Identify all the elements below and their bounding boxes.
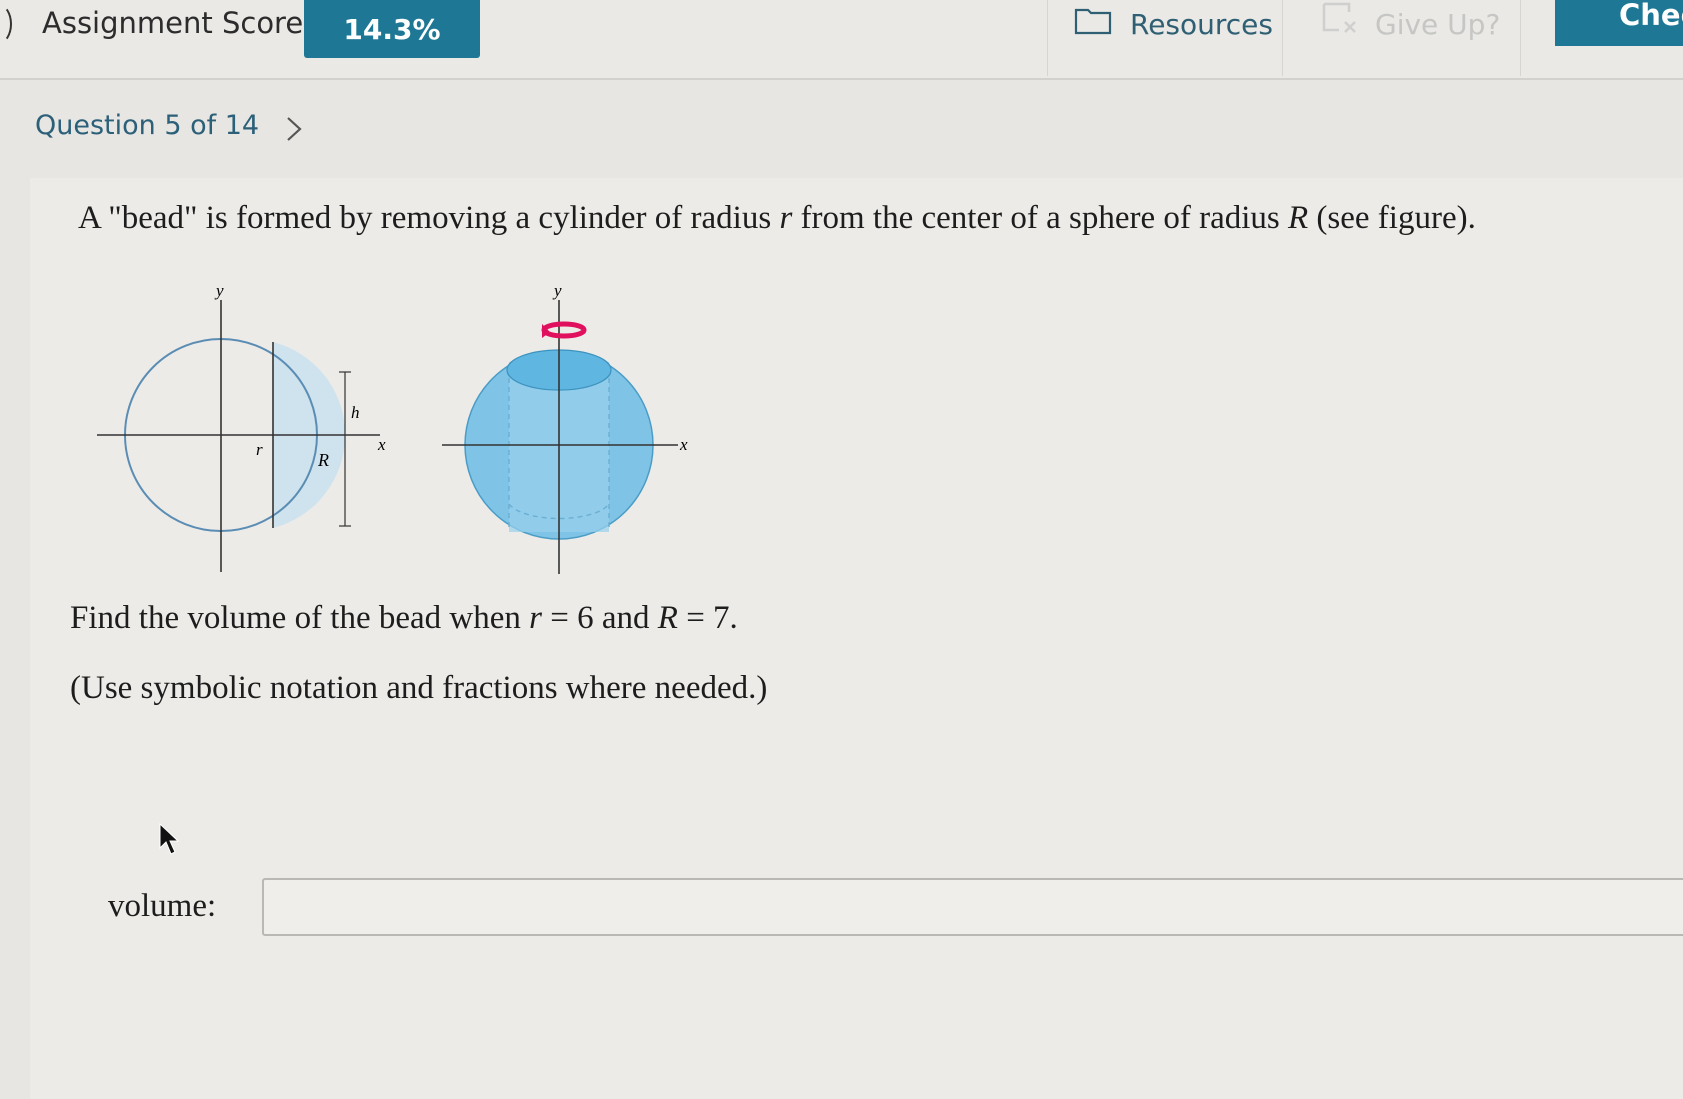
volume-label: volume: bbox=[108, 888, 217, 924]
chevron-right-icon[interactable] bbox=[282, 112, 308, 146]
find-text-2: = 6 and bbox=[542, 600, 658, 636]
resources-button[interactable]: Resources bbox=[1047, 0, 1283, 76]
right-x-label: x bbox=[679, 435, 688, 454]
left-x-label: x bbox=[377, 435, 386, 454]
folder-icon bbox=[1074, 8, 1112, 35]
r-label: r bbox=[256, 440, 263, 459]
volume-input[interactable] bbox=[262, 878, 1683, 936]
give-up-label: Give Up? bbox=[1375, 8, 1501, 41]
prompt-text-3: (see figure). bbox=[1308, 200, 1476, 236]
score-ring-icon bbox=[0, 4, 12, 44]
prompt-text-1: A "bead" is formed by removing a cylinde… bbox=[78, 200, 780, 236]
check-answer-cell: Chec bbox=[1520, 0, 1683, 76]
mouse-cursor-icon bbox=[159, 822, 180, 855]
right-y-label: y bbox=[552, 282, 562, 300]
bead-3d-diagram: y x bbox=[442, 282, 688, 574]
bead-figure: y x h r R y x bbox=[97, 282, 688, 574]
assignment-score-badge: 14.3% bbox=[304, 0, 480, 58]
give-up-button[interactable]: Give Up? bbox=[1282, 0, 1521, 76]
prompt-var-r: r bbox=[779, 200, 793, 236]
find-text-3: = 7. bbox=[677, 600, 738, 636]
find-text-1: Find the volume of the bead when bbox=[70, 600, 530, 636]
check-answer-button[interactable]: Chec bbox=[1555, 0, 1683, 46]
top-bar: Assignment Score: 14.3% Resources Give U… bbox=[0, 0, 1683, 80]
find-statement: Find the volume of the bead when r = 6 a… bbox=[70, 600, 738, 637]
question-prompt: A "bead" is formed by removing a cylinde… bbox=[78, 200, 1476, 237]
cross-section-diagram: y x h r R bbox=[97, 282, 386, 572]
find-var-r: r bbox=[529, 600, 542, 636]
rotation-arrow-icon bbox=[541, 321, 587, 339]
resources-label: Resources bbox=[1130, 8, 1273, 41]
left-y-label: y bbox=[214, 282, 224, 300]
find-var-R: R bbox=[657, 600, 678, 636]
prompt-text-2: from the center of a sphere of radius bbox=[792, 200, 1288, 236]
h-label: h bbox=[351, 403, 360, 422]
notation-note: (Use symbolic notation and fractions whe… bbox=[70, 670, 768, 706]
assignment-score-label: Assignment Score: bbox=[42, 6, 313, 40]
give-up-icon bbox=[1322, 2, 1356, 33]
question-counter: Question 5 of 14 bbox=[35, 110, 260, 141]
R-label: R bbox=[317, 450, 329, 470]
prompt-var-R: R bbox=[1288, 200, 1309, 236]
